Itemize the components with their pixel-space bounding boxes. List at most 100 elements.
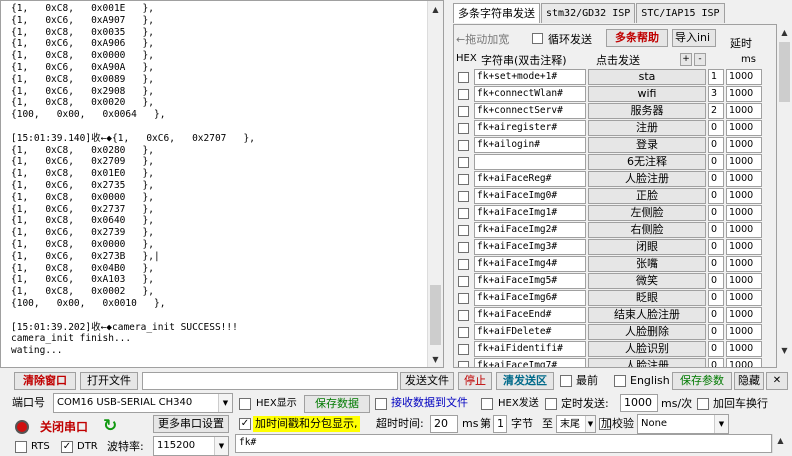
row-hex-checkbox[interactable] xyxy=(458,174,469,185)
import-ini-button[interactable]: 导入ini xyxy=(672,29,716,47)
row-order-input[interactable]: 0 xyxy=(708,256,724,272)
close-port-button[interactable]: 关闭串口 xyxy=(40,419,88,435)
interval-input[interactable]: 1000 xyxy=(620,394,658,412)
row-delay-input[interactable]: 1000 xyxy=(726,188,762,204)
row-send-button[interactable]: 注册 xyxy=(588,120,706,136)
row-hex-checkbox[interactable] xyxy=(458,259,469,270)
panel-scroll-down-icon[interactable]: ▼ xyxy=(777,342,792,358)
row-order-input[interactable]: 0 xyxy=(708,154,724,170)
row-delay-input[interactable]: 1000 xyxy=(726,341,762,357)
row-order-input[interactable]: 0 xyxy=(708,290,724,306)
row-string-input[interactable]: fk+aiFaceImg3# xyxy=(474,239,586,255)
row-string-input[interactable]: fk+connectWlan# xyxy=(474,86,586,102)
row-string-input[interactable]: fk+aiFaceImg5# xyxy=(474,273,586,289)
send-file-button[interactable]: 发送文件 xyxy=(400,372,454,390)
row-hex-checkbox[interactable] xyxy=(458,225,469,236)
tab-stm32-isp[interactable]: stm32/GD32 ISP xyxy=(541,3,636,23)
row-delay-input[interactable]: 1000 xyxy=(726,171,762,187)
topmost-checkbox[interactable] xyxy=(560,375,572,387)
row-order-input[interactable]: 0 xyxy=(708,222,724,238)
row-order-input[interactable]: 0 xyxy=(708,205,724,221)
remove-row-button[interactable]: - xyxy=(694,53,706,66)
row-hex-checkbox[interactable] xyxy=(458,89,469,100)
recv-to-file-checkbox[interactable] xyxy=(375,398,387,410)
row-send-button[interactable]: 6无注释 xyxy=(588,154,706,170)
row-delay-input[interactable]: 1000 xyxy=(726,256,762,272)
row-string-input[interactable]: fk+aiFaceImg7# xyxy=(474,358,586,367)
row-string-input[interactable]: fk+aiFDelete# xyxy=(474,324,586,340)
row-send-button[interactable]: wifi xyxy=(588,86,706,102)
timeout-input[interactable]: 20 xyxy=(430,415,458,433)
scroll-thumb[interactable] xyxy=(430,285,441,345)
row-delay-input[interactable]: 1000 xyxy=(726,154,762,170)
row-delay-input[interactable]: 1000 xyxy=(726,358,762,367)
row-string-input[interactable]: fk+airegister# xyxy=(474,120,586,136)
timed-send-checkbox[interactable] xyxy=(545,398,557,410)
row-send-button[interactable]: sta xyxy=(588,69,706,85)
row-string-input[interactable]: fk+set+mode+1# xyxy=(474,69,586,85)
add-crlf-checkbox[interactable] xyxy=(697,398,709,410)
port-select[interactable]: COM16 USB-SERIAL CH340 ▼ xyxy=(53,393,233,413)
save-params-button[interactable]: 保存参数 xyxy=(672,372,732,390)
row-order-input[interactable]: 0 xyxy=(708,358,724,367)
row-send-button[interactable]: 服务器 xyxy=(588,103,706,119)
row-hex-checkbox[interactable] xyxy=(458,361,469,367)
row-string-input[interactable]: fk+aiFaceImg4# xyxy=(474,256,586,272)
row-hex-checkbox[interactable] xyxy=(458,310,469,321)
row-order-input[interactable]: 0 xyxy=(708,239,724,255)
hex-display-checkbox[interactable] xyxy=(239,398,251,410)
row-string-input[interactable]: fk+connectServ# xyxy=(474,103,586,119)
row-send-button[interactable]: 人脸注册 xyxy=(588,358,706,367)
rts-checkbox[interactable] xyxy=(15,441,27,453)
row-order-input[interactable]: 0 xyxy=(708,171,724,187)
row-string-input[interactable]: fk+aiFaceImg0# xyxy=(474,188,586,204)
panel-scroll-thumb[interactable] xyxy=(779,42,790,102)
open-file-button[interactable]: 打开文件 xyxy=(80,372,138,390)
row-delay-input[interactable]: 1000 xyxy=(726,205,762,221)
byte-start-input[interactable]: 1 xyxy=(493,415,507,433)
receive-text-area[interactable]: {1, 0xC8, 0x001E }, {1, 0xC6, 0xA907 }, {1… xyxy=(0,0,444,368)
row-delay-input[interactable]: 1000 xyxy=(726,273,762,289)
row-string-input[interactable]: fk+aiFaceImg6# xyxy=(474,290,586,306)
timestamp-checkbox[interactable]: ✓ xyxy=(239,418,251,430)
row-delay-input[interactable]: 1000 xyxy=(726,324,762,340)
hex-send-checkbox[interactable] xyxy=(481,398,493,410)
receive-scrollbar[interactable]: ▲ ▼ xyxy=(427,1,443,367)
row-order-input[interactable]: 2 xyxy=(708,103,724,119)
add-row-button[interactable]: + xyxy=(680,53,692,66)
clear-window-button[interactable]: 清除窗口 xyxy=(14,372,76,390)
refresh-icon[interactable]: ↻ xyxy=(103,416,117,436)
row-delay-input[interactable]: 1000 xyxy=(726,290,762,306)
row-send-button[interactable]: 登录 xyxy=(588,137,706,153)
row-order-input[interactable]: 0 xyxy=(708,324,724,340)
row-delay-input[interactable]: 1000 xyxy=(726,69,762,85)
row-send-button[interactable]: 正脸 xyxy=(588,188,706,204)
row-hex-checkbox[interactable] xyxy=(458,208,469,219)
row-hex-checkbox[interactable] xyxy=(458,344,469,355)
send-scrollbar[interactable]: ▲ xyxy=(772,434,788,453)
row-order-input[interactable]: 0 xyxy=(708,273,724,289)
row-send-button[interactable]: 眨眼 xyxy=(588,290,706,306)
more-port-settings-button[interactable]: 更多串口设置 xyxy=(153,415,229,433)
row-string-input[interactable]: fk+aiFidentifi# xyxy=(474,341,586,357)
scroll-down-arrow-icon[interactable]: ▼ xyxy=(428,351,443,367)
row-send-button[interactable]: 张嘴 xyxy=(588,256,706,272)
row-delay-input[interactable]: 1000 xyxy=(726,222,762,238)
row-order-input[interactable]: 0 xyxy=(708,307,724,323)
hide-button[interactable]: 隐藏 xyxy=(734,372,764,390)
send-scroll-up-icon[interactable]: ▲ xyxy=(773,434,788,446)
row-send-button[interactable]: 微笑 xyxy=(588,273,706,289)
row-hex-checkbox[interactable] xyxy=(458,276,469,287)
row-delay-input[interactable]: 1000 xyxy=(726,103,762,119)
checksum-select[interactable]: None ▼ xyxy=(637,414,729,434)
tab-multi-string[interactable]: 多条字符串发送 xyxy=(453,3,540,23)
row-send-button[interactable]: 左侧脸 xyxy=(588,205,706,221)
row-delay-input[interactable]: 1000 xyxy=(726,239,762,255)
dtr-checkbox[interactable]: ✓ xyxy=(61,441,73,453)
scroll-up-arrow-icon[interactable]: ▲ xyxy=(428,1,443,17)
row-hex-checkbox[interactable] xyxy=(458,72,469,83)
row-order-input[interactable]: 0 xyxy=(708,137,724,153)
row-hex-checkbox[interactable] xyxy=(458,191,469,202)
row-order-input[interactable]: 0 xyxy=(708,341,724,357)
loop-send-checkbox[interactable] xyxy=(532,33,543,44)
